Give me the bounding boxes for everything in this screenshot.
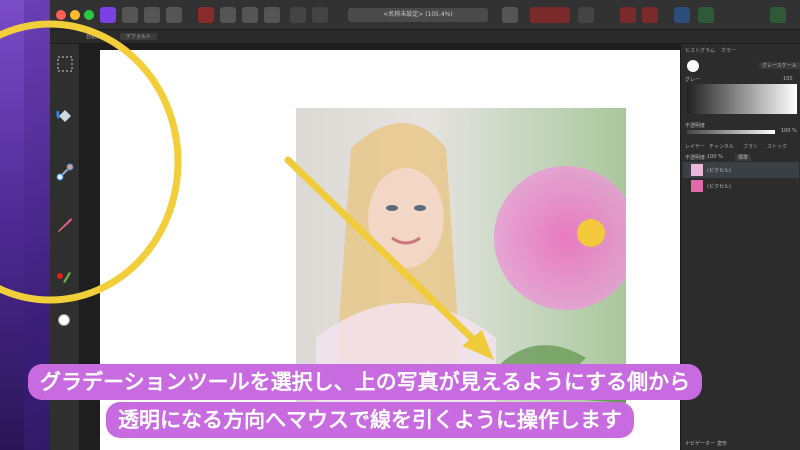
layer-thumbnail [691, 164, 703, 176]
assistant-icon[interactable] [698, 7, 714, 23]
smudge-brush-icon[interactable] [55, 266, 75, 286]
photo-illustration [316, 123, 626, 403]
tab-color[interactable]: カラー [721, 47, 736, 54]
tab-channels[interactable]: チャンネル [709, 143, 734, 150]
view-mode-icon[interactable] [502, 7, 518, 23]
caption: グラデーションツールを選択し、上の写真が見えるようにする側から 透明になる方向へ… [28, 364, 776, 444]
gray-label: グレー [685, 77, 701, 83]
refine-selection-icon[interactable] [578, 7, 594, 23]
document-title: <名称未設定> (105.4%) [348, 8, 488, 22]
layer-name: (ピクセル) [707, 168, 731, 174]
tab-histogram[interactable]: ヒストグラム [685, 47, 715, 54]
tab-layers[interactable]: レイヤー [685, 143, 705, 150]
layer-opacity-value[interactable]: 100 % [707, 154, 723, 160]
quick-mask-icon[interactable] [530, 7, 570, 23]
primary-color-swatch[interactable] [58, 314, 70, 326]
auto-white-balance-icon[interactable] [264, 7, 280, 23]
color-swatch[interactable] [687, 60, 699, 72]
selection-mode-icon[interactable] [290, 7, 306, 23]
layer-row[interactable]: (ピクセル) [683, 162, 799, 178]
layer-name: (ピクセル) [707, 184, 731, 190]
blend-mode-dropdown[interactable]: 標準 [735, 154, 752, 161]
layer-row[interactable]: (ピクセル) [683, 178, 799, 194]
persona-photo-icon[interactable] [100, 7, 116, 23]
color-mode-dropdown[interactable]: グレースケール [759, 62, 800, 69]
caption-line-1: グラデーションツールを選択し、上の写真が見えるようにする側から [28, 364, 703, 400]
auto-contrast-icon[interactable] [220, 7, 236, 23]
marquee-icon[interactable] [55, 54, 75, 74]
gray-value[interactable]: 100 [783, 76, 793, 82]
selection-add-icon[interactable] [312, 7, 328, 23]
gradient-icon[interactable] [55, 162, 75, 182]
account-icon[interactable] [770, 7, 786, 23]
opacity-value[interactable]: 100 % [781, 128, 797, 134]
snapping-icon[interactable] [620, 7, 636, 23]
auto-colors-icon[interactable] [242, 7, 258, 23]
title-bar: <名称未設定> (105.4%) [50, 0, 800, 30]
persona-tone-map-icon[interactable] [166, 7, 182, 23]
layer-thumbnail [691, 180, 703, 192]
caption-line-2: 透明になる方向へマウスで線を引くように操作します [106, 402, 634, 438]
minimize-window-button[interactable] [70, 10, 80, 20]
opacity-label: 不透明度 [685, 123, 706, 129]
close-window-button[interactable] [56, 10, 66, 20]
auto-levels-icon[interactable] [198, 7, 214, 23]
studio-toggle-icon[interactable] [674, 7, 690, 23]
auto-select-label[interactable]: 自動選択 [86, 33, 106, 40]
maximize-window-button[interactable] [84, 10, 94, 20]
desktop-background [0, 0, 24, 450]
composite-photo [296, 108, 626, 403]
tab-stock[interactable]: ストック [767, 143, 787, 150]
persona-develop-icon[interactable] [144, 7, 160, 23]
fill-bucket-icon[interactable] [55, 106, 75, 126]
paint-brush-icon[interactable] [55, 214, 75, 234]
opacity-slider[interactable] [687, 130, 775, 134]
gray-ramp[interactable] [687, 84, 797, 114]
tab-brushes[interactable]: ブラシ [743, 143, 758, 150]
context-toolbar: 自動選択 デフォルト [50, 30, 800, 44]
order-icon[interactable] [642, 7, 658, 23]
preset-dropdown[interactable]: デフォルト [120, 33, 158, 40]
layer-opacity-label: 不透明度: [685, 155, 707, 161]
persona-liquify-icon[interactable] [122, 7, 138, 23]
